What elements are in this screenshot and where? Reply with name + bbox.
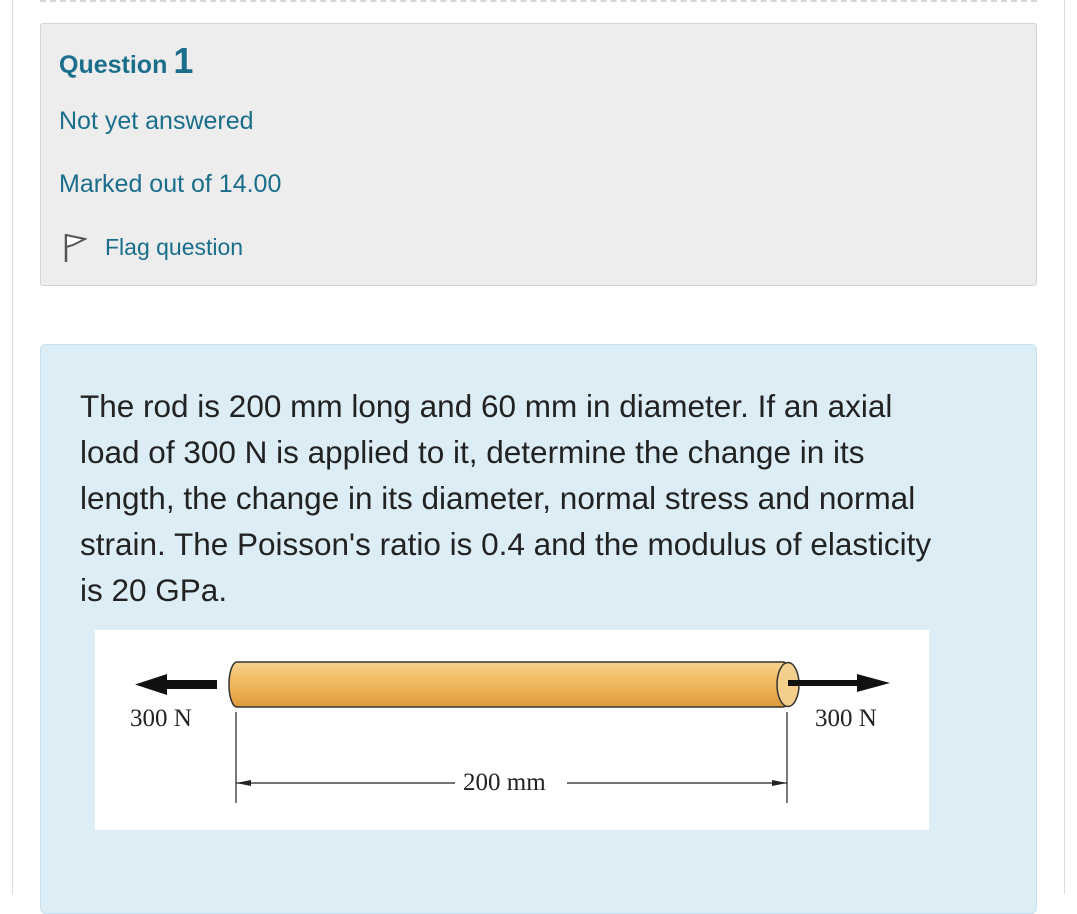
question-text: The rod is 200 mm long and 60 mm in diam…: [80, 388, 932, 608]
separator: [40, 0, 1037, 2]
question-heading: Question 1: [59, 40, 193, 82]
flag-icon[interactable]: [61, 230, 87, 264]
rod: [228, 661, 800, 708]
question-content: The rod is 200 mm long and 60 mm in diam…: [40, 344, 1037, 914]
right-force-label: 300 N: [815, 705, 877, 732]
left-force-label: 300 N: [130, 705, 192, 732]
question-number: 1: [173, 40, 194, 81]
right-force-arrow: [788, 674, 890, 692]
rod-figure: 300 N 300 N 200 mm: [95, 630, 929, 830]
left-force-arrow: [135, 674, 217, 695]
flag-question-label[interactable]: Flag question: [105, 234, 243, 261]
question-state: Not yet answered: [59, 107, 254, 135]
question-prefix: Question: [59, 51, 168, 79]
question-info-panel: Question 1 Not yet answered Marked out of…: [40, 23, 1037, 286]
length-label: 200 mm: [463, 769, 546, 796]
flag-question-button[interactable]: Flag question: [61, 230, 243, 264]
question-grade: Marked out of 14.00: [59, 170, 282, 198]
